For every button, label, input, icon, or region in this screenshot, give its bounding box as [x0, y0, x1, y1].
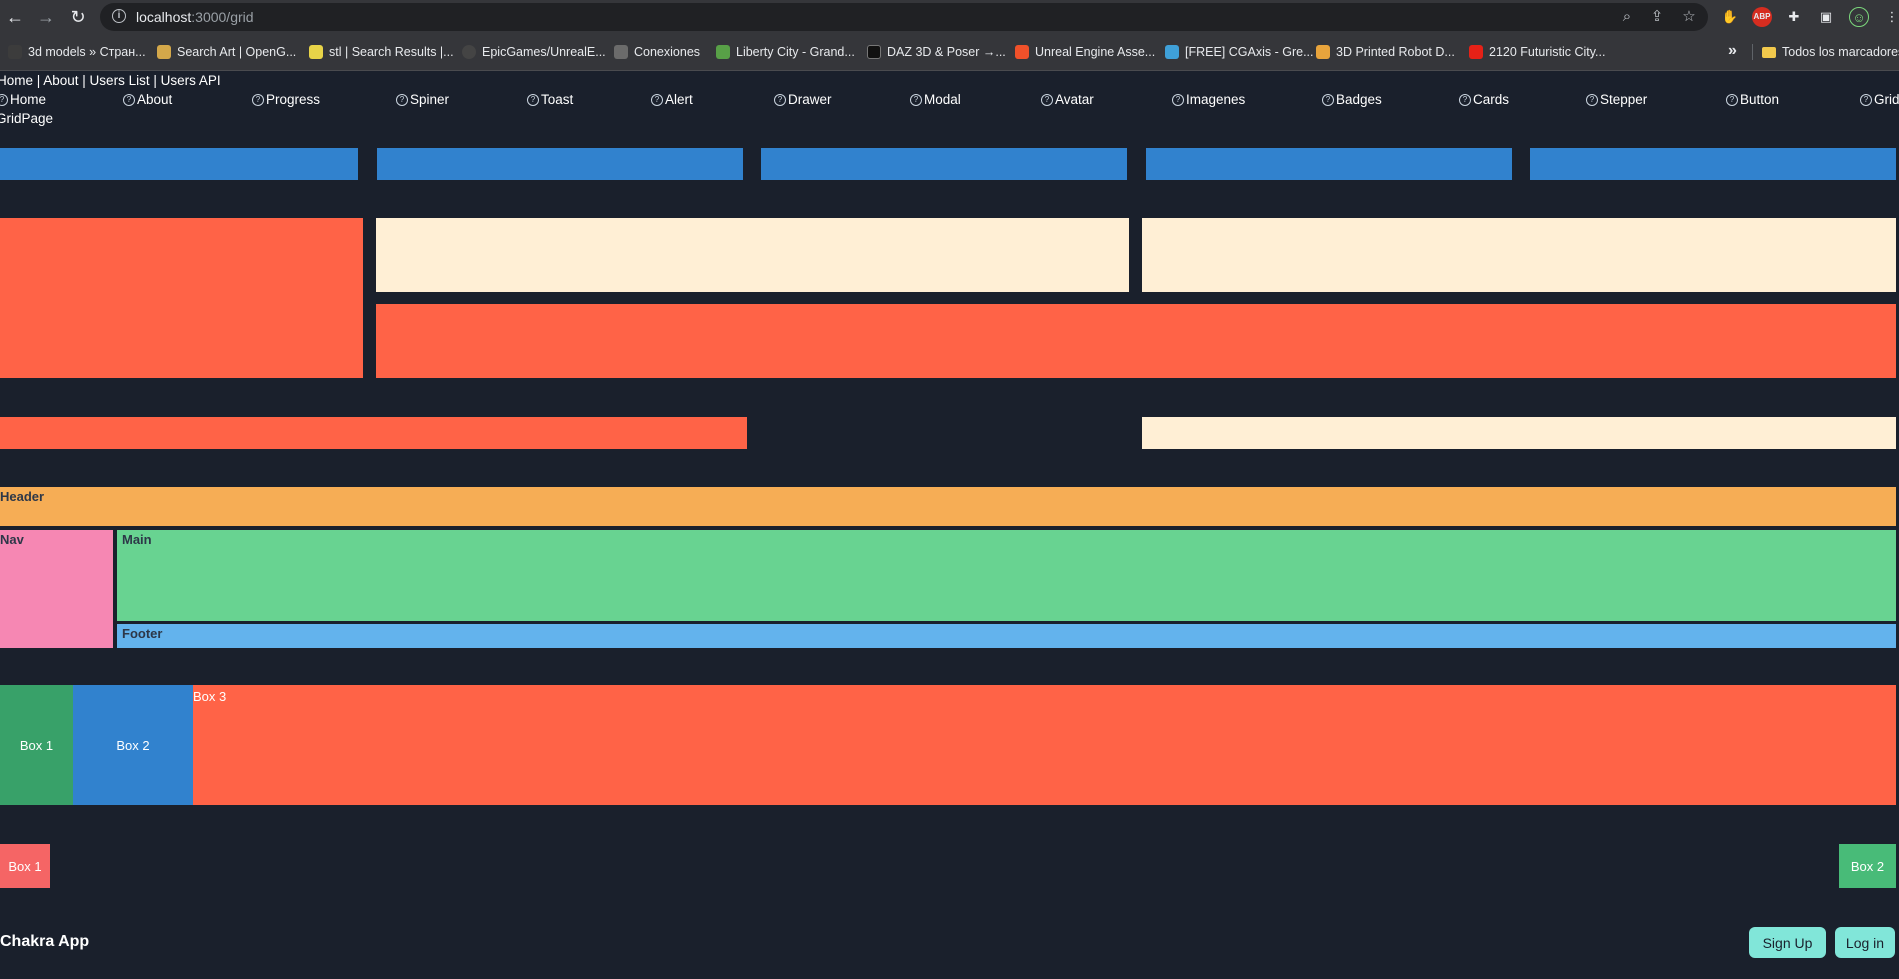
github-icon — [462, 45, 476, 59]
brand-title: Chakra App — [0, 933, 90, 950]
extension-hand-icon[interactable]: ✋ — [1720, 7, 1740, 27]
reload-icon[interactable]: ↻ — [66, 5, 90, 29]
bookmarks-divider — [1752, 44, 1753, 60]
menu-item-button[interactable]: ? Button — [1726, 92, 1779, 107]
spacer-box-1: Box 1 — [0, 844, 50, 888]
gridpage-title: GridPage — [0, 111, 54, 126]
bookmark-favicon-icon — [867, 45, 881, 59]
bookmark-item[interactable]: EpicGames/UnrealE... — [462, 43, 606, 61]
menu-item-stepper[interactable]: ? Stepper — [1586, 92, 1647, 107]
question-icon: ? — [252, 93, 264, 106]
grid-item-tall-tomato — [0, 218, 363, 378]
question-icon: ? — [774, 93, 786, 106]
address-bar[interactable]: i localhost:3000/grid ⌕ ⇪ ☆ — [100, 3, 1708, 31]
youtube-icon — [1469, 45, 1483, 59]
menu-item-imagenes[interactable]: ? Imagenes — [1172, 92, 1245, 107]
back-icon[interactable]: ← — [3, 5, 27, 29]
grid-item-wide-tomato — [376, 304, 1896, 378]
bookmark-item[interactable]: 3d models » Стран... — [8, 43, 146, 61]
browser-menu-icon[interactable]: ⋮ — [1882, 7, 1899, 27]
question-icon: ? — [1586, 93, 1598, 106]
question-icon: ? — [1041, 93, 1053, 106]
bookmark-item[interactable]: Unreal Engine Asse... — [1015, 43, 1155, 61]
all-bookmarks-folder[interactable]: Todos los marcadores — [1762, 43, 1899, 61]
menu-item-progress[interactable]: ? Progress — [252, 92, 320, 107]
spacer-box-2: Box 2 — [1839, 844, 1896, 888]
question-icon: ? — [527, 93, 539, 106]
grid-item-papaya — [1142, 218, 1896, 292]
menu-item-alert[interactable]: ? Alert — [651, 92, 693, 107]
grid-item-papaya — [376, 218, 1129, 292]
bookmark-favicon-icon — [716, 45, 730, 59]
flex-box-3: Box 3 — [193, 685, 1896, 805]
bookmark-star-icon[interactable]: ☆ — [1680, 8, 1698, 26]
bookmark-favicon-icon — [309, 45, 323, 59]
menu-item-about[interactable]: ? About — [123, 92, 172, 107]
question-icon: ? — [1860, 93, 1872, 106]
grid-blue-box — [0, 148, 358, 180]
menu-item-avatar[interactable]: ? Avatar — [1041, 92, 1094, 107]
bookmark-item[interactable]: stl | Search Results |... — [309, 43, 454, 61]
bookmark-item[interactable]: 2120 Futuristic City... — [1469, 43, 1605, 61]
bookmark-favicon-icon — [157, 45, 171, 59]
question-icon: ? — [1172, 93, 1184, 106]
question-icon: ? — [651, 93, 663, 106]
layout-header: Header — [0, 487, 1896, 526]
bookmark-item[interactable]: DAZ 3D & Poser →... — [867, 43, 1006, 61]
adblock-icon[interactable]: ABP — [1752, 7, 1772, 27]
flex-box-2: Box 2 — [73, 685, 193, 805]
menu-item-home[interactable]: ? Home — [0, 92, 46, 107]
forward-icon[interactable]: → — [34, 5, 58, 29]
bookmark-item[interactable]: Liberty City - Grand... — [716, 43, 855, 61]
question-icon: ? — [0, 93, 8, 106]
url-text[interactable]: localhost:3000/grid — [136, 9, 254, 25]
question-icon: ? — [1322, 93, 1334, 106]
menu-item-cards[interactable]: ? Cards — [1459, 92, 1509, 107]
layout-nav: Nav — [0, 530, 113, 648]
share-icon[interactable]: ⇪ — [1648, 8, 1666, 26]
browser-toolbar: ← → ↻ i localhost:3000/grid ⌕ ⇪ ☆ ✋ ABP … — [0, 0, 1899, 34]
grid-blue-box — [377, 148, 743, 180]
question-icon: ? — [910, 93, 922, 106]
menu-item-badges[interactable]: ? Badges — [1322, 92, 1382, 107]
bookmark-favicon-icon — [1316, 45, 1330, 59]
bookmark-item[interactable]: 3D Printed Robot D... — [1316, 43, 1455, 61]
side-panel-icon[interactable]: ▣ — [1816, 7, 1836, 27]
bookmark-favicon-icon — [1015, 45, 1029, 59]
menu-item-toast[interactable]: ? Toast — [527, 92, 573, 107]
grid-blue-box — [1530, 148, 1896, 180]
grid-item-colspan-tomato — [0, 417, 747, 449]
bookmark-favicon-icon — [8, 45, 22, 59]
layout-footer: Footer — [117, 624, 1896, 648]
question-icon: ? — [1726, 93, 1738, 106]
question-icon: ? — [1459, 93, 1471, 106]
bookmarks-bar: 3d models » Стран... Search Art | OpenG.… — [0, 34, 1899, 71]
bookmark-item[interactable]: [FREE] CGAxis - Gre... — [1165, 43, 1314, 61]
site-info-icon[interactable]: i — [112, 9, 126, 23]
grid-blue-box — [761, 148, 1127, 180]
menu-item-modal[interactable]: ? Modal — [910, 92, 961, 107]
folder-icon — [1762, 46, 1776, 58]
menu-item-drawer[interactable]: ? Drawer — [774, 92, 832, 107]
menu-item-spiner[interactable]: ? Spiner — [396, 92, 449, 107]
epic-icon — [614, 45, 628, 59]
bookmark-item[interactable]: Conexiones — [614, 43, 700, 61]
page-content: Home | About | Users List | Users API ? H… — [0, 71, 1899, 979]
signup-button[interactable]: Sign Up — [1749, 927, 1826, 958]
menu-item-grid[interactable]: ? Grid — [1860, 92, 1899, 107]
layout-main: Main — [117, 530, 1896, 621]
bookmark-item[interactable]: Search Art | OpenG... — [157, 43, 296, 61]
top-links[interactable]: Home | About | Users List | Users API — [0, 73, 221, 88]
profile-avatar-icon[interactable]: ☺ — [1849, 7, 1869, 27]
flex-box-1: Box 1 — [0, 685, 73, 805]
grid-blue-box — [1146, 148, 1512, 180]
grid-item-colspan-papaya — [1142, 417, 1896, 449]
extensions-puzzle-icon[interactable]: ✚ — [1784, 7, 1804, 27]
question-icon: ? — [396, 93, 408, 106]
login-button[interactable]: Log in — [1835, 927, 1895, 958]
question-icon: ? — [123, 93, 135, 106]
bookmark-favicon-icon — [1165, 45, 1179, 59]
zoom-icon[interactable]: ⌕ — [1618, 8, 1636, 26]
bookmarks-overflow-icon[interactable]: » — [1728, 42, 1737, 60]
